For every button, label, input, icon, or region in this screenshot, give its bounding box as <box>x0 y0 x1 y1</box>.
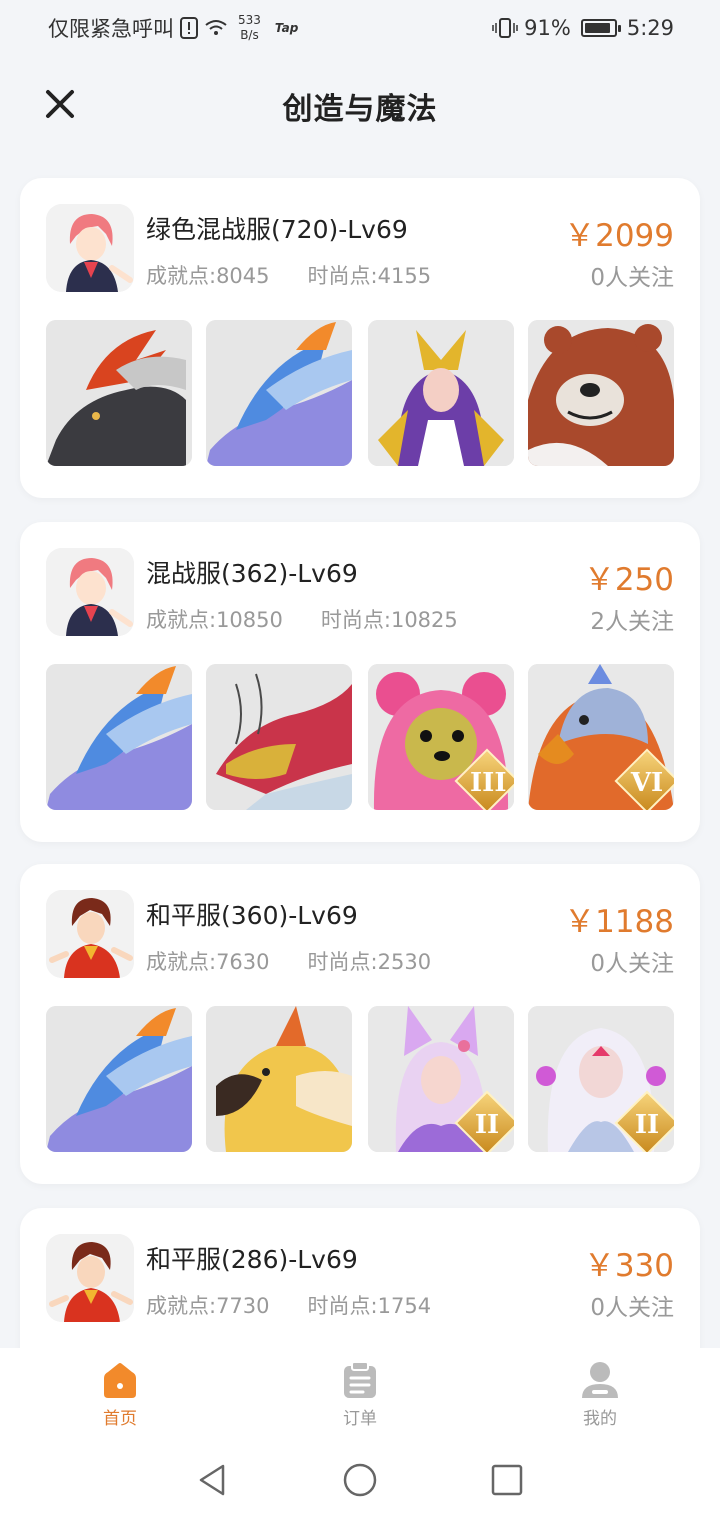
tab-home-label: 首页 <box>103 1408 137 1429</box>
achievement-points: 成就点:7730 <box>146 1294 270 1318</box>
tab-home[interactable]: 首页 <box>0 1348 240 1440</box>
brown-bear-thumb[interactable] <box>528 320 674 466</box>
order-icon <box>344 1360 376 1398</box>
golden-sorceress-icon <box>368 320 514 466</box>
vibrate-icon <box>492 18 518 38</box>
listing-card[interactable]: 混战服(362)-Lv69 成就点:10850 时尚点:10825 ￥250 2人… <box>20 522 700 842</box>
tab-profile[interactable]: 我的 <box>480 1348 720 1440</box>
status-bar: 仅限紧急呼叫 533 B/s Tap 91% 5:29 <box>0 0 720 56</box>
profile-icon <box>582 1361 618 1398</box>
thumbnail-row: III VI <box>46 664 674 810</box>
listing-price: ￥2099 <box>564 218 674 254</box>
listing-price: ￥330 <box>583 1248 674 1284</box>
blue-dragon-thumb[interactable] <box>46 664 192 810</box>
home-icon <box>104 1362 136 1398</box>
listing-stats: 成就点:10850 时尚点:10825 <box>146 604 458 634</box>
follower-count: 2人关注 <box>590 609 674 635</box>
battery-icon <box>580 19 621 37</box>
listing-title: 和平服(360)-Lv69 <box>146 901 358 930</box>
character-portrait-icon <box>46 1234 134 1322</box>
status-left: 仅限紧急呼叫 533 B/s Tap <box>48 13 298 43</box>
close-icon[interactable] <box>40 84 80 124</box>
listing-scroll-area[interactable]: 绿色混战服(720)-Lv69 成就点:8045 时尚点:4155 ￥2099 0… <box>0 156 720 1348</box>
net-speed-unit: B/s <box>240 28 259 42</box>
thumbnail-row: II II <box>46 1006 674 1152</box>
system-nav-bar <box>0 1440 720 1520</box>
thumbnail-row <box>46 320 674 466</box>
fashion-points: 时尚点:4155 <box>307 264 432 288</box>
blue-dragon-thumb[interactable] <box>206 320 352 466</box>
listing-card[interactable]: 和平服(286)-Lv69 成就点:7730 时尚点:1754 ￥330 0人关注 <box>20 1208 700 1348</box>
rank-label: II <box>634 1110 660 1140</box>
achievement-points: 成就点:10850 <box>146 608 283 632</box>
back-triangle-icon[interactable] <box>193 1460 233 1500</box>
character-portrait-icon <box>46 548 134 636</box>
tab-profile-label: 我的 <box>583 1408 617 1429</box>
black-dragon-thumb[interactable] <box>46 320 192 466</box>
listing-title: 混战服(362)-Lv69 <box>146 559 358 588</box>
battery-fill <box>584 23 610 33</box>
carrier-text: 仅限紧急呼叫 <box>48 17 174 41</box>
sim-alert-icon <box>180 17 198 39</box>
tab-orders-label: 订单 <box>343 1408 377 1429</box>
character-portrait-icon <box>46 890 134 978</box>
status-time: 5:29 <box>626 16 674 40</box>
character-avatar <box>46 890 134 978</box>
golden-dragon-icon <box>206 664 352 810</box>
status-right: 91% 5:29 <box>492 16 674 40</box>
golden-sorceress-thumb[interactable] <box>368 320 514 466</box>
blue-dragon-icon <box>46 1006 192 1152</box>
wifi-icon <box>205 20 227 35</box>
rank-label: III <box>470 768 507 798</box>
tap-label: Tap <box>274 21 299 35</box>
listing-card[interactable]: 和平服(360)-Lv69 成就点:7630 时尚点:2530 ￥1188 0人关… <box>20 864 700 1184</box>
eagle-thumb[interactable]: VI <box>528 664 674 810</box>
pink-bear-thumb[interactable]: III <box>368 664 514 810</box>
page-title: 创造与魔法 <box>282 92 438 127</box>
battery-percent: 91% <box>524 16 571 40</box>
listing-card[interactable]: 绿色混战服(720)-Lv69 成就点:8045 时尚点:4155 ￥2099 0… <box>20 178 700 498</box>
listing-title: 绿色混战服(720)-Lv69 <box>146 215 408 244</box>
achievement-points: 成就点:7630 <box>146 950 270 974</box>
net-speed-value: 533 <box>238 13 261 27</box>
listing-price: ￥250 <box>583 562 674 598</box>
black-dragon-icon <box>46 320 192 466</box>
character-avatar <box>46 548 134 636</box>
golden-eagle-thumb[interactable] <box>206 1006 352 1152</box>
golden-eagle-icon <box>206 1006 352 1152</box>
fashion-points: 时尚点:2530 <box>307 950 432 974</box>
listing-title: 和平服(286)-Lv69 <box>146 1245 358 1274</box>
listing-stats: 成就点:7730 时尚点:1754 <box>146 1290 431 1320</box>
header: 创造与魔法 <box>0 56 720 156</box>
listing-stats: 成就点:7630 时尚点:2530 <box>146 946 431 976</box>
rank-label: II <box>474 1110 500 1140</box>
blue-dragon-icon <box>206 320 352 466</box>
listing-price: ￥1188 <box>564 904 674 940</box>
golden-dragon-thumb[interactable] <box>206 664 352 810</box>
fashion-points: 时尚点:1754 <box>307 1294 432 1318</box>
brown-bear-icon <box>528 320 674 466</box>
tab-orders[interactable]: 订单 <box>240 1348 480 1440</box>
home-circle-icon[interactable] <box>340 1460 380 1500</box>
recent-square-icon[interactable] <box>487 1460 527 1500</box>
rank-label: VI <box>630 768 664 798</box>
fox-spirit-thumb[interactable]: II <box>368 1006 514 1152</box>
follower-count: 0人关注 <box>590 1295 674 1321</box>
white-spirit-thumb[interactable]: II <box>528 1006 674 1152</box>
character-avatar <box>46 204 134 292</box>
net-speed: 533 B/s <box>238 13 261 43</box>
character-portrait-icon <box>46 204 134 292</box>
bottom-tab-bar: 首页 订单 我的 <box>0 1348 720 1440</box>
follower-count: 0人关注 <box>590 951 674 977</box>
blue-dragon-thumb[interactable] <box>46 1006 192 1152</box>
achievement-points: 成就点:8045 <box>146 264 270 288</box>
listing-stats: 成就点:8045 时尚点:4155 <box>146 260 431 290</box>
follower-count: 0人关注 <box>590 265 674 291</box>
fashion-points: 时尚点:10825 <box>320 608 458 632</box>
character-avatar <box>46 1234 134 1322</box>
blue-dragon-icon <box>46 664 192 810</box>
